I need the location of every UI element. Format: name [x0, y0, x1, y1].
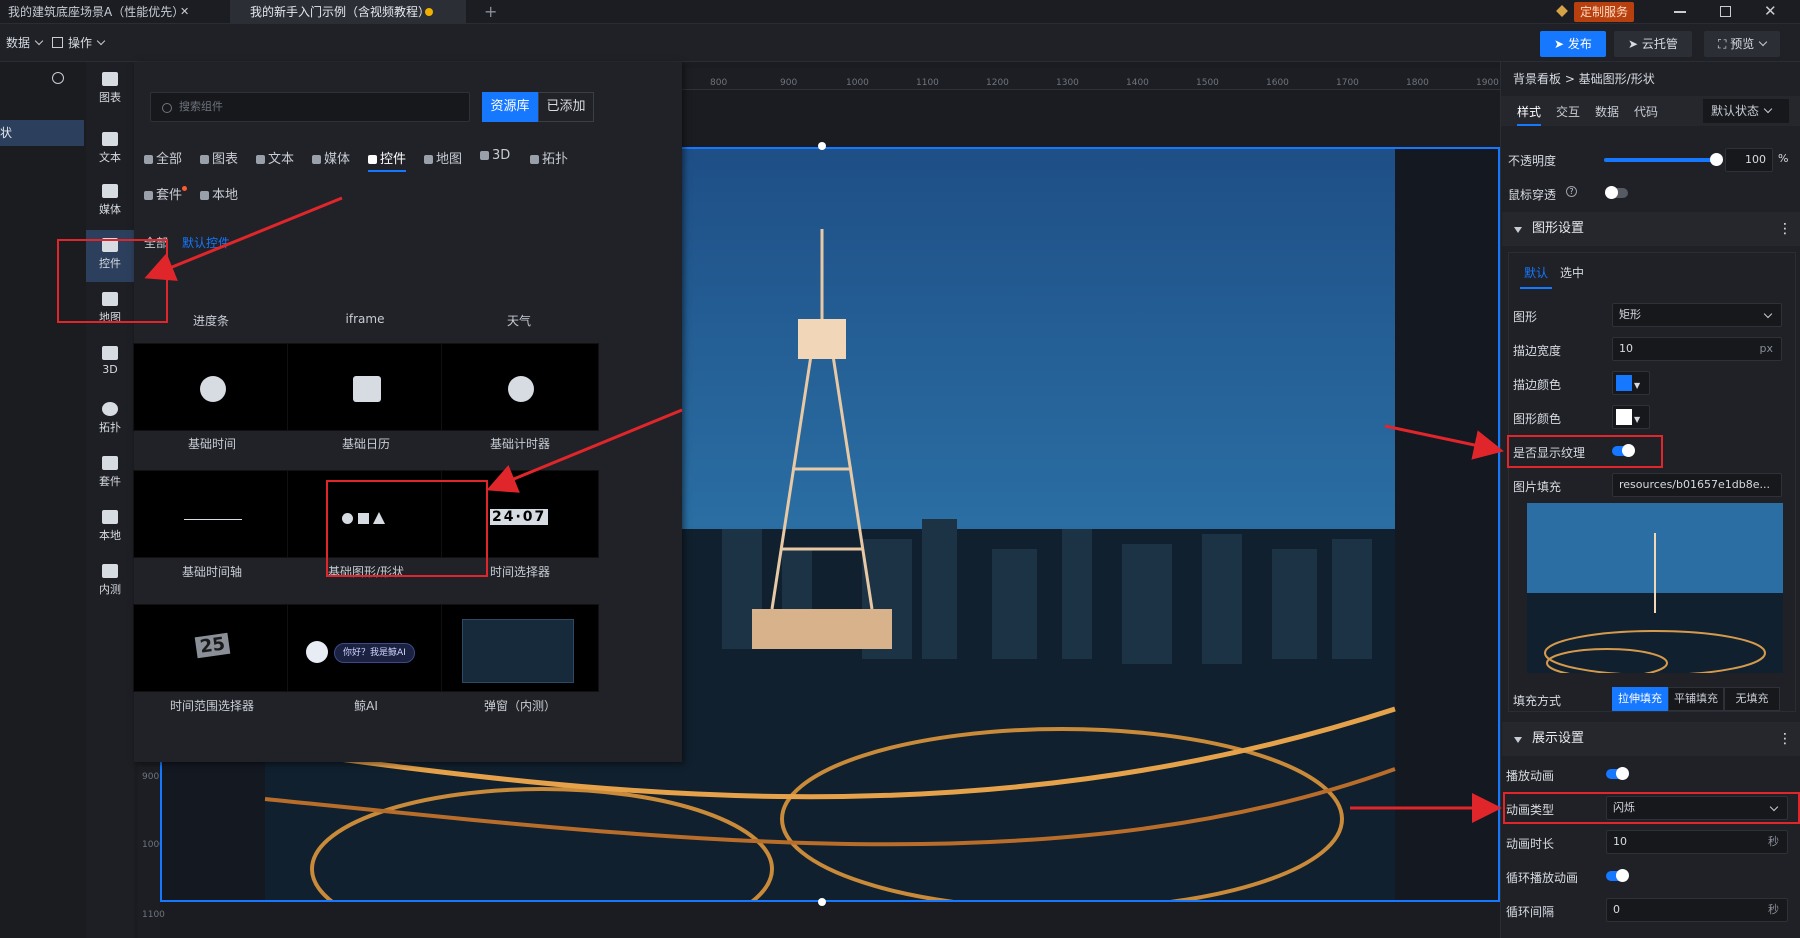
annotation-arrow [1384, 424, 1504, 460]
annotation-arrow [144, 196, 343, 281]
annotation-arrow [486, 408, 683, 493]
annotation-arrows [144, 196, 1504, 823]
